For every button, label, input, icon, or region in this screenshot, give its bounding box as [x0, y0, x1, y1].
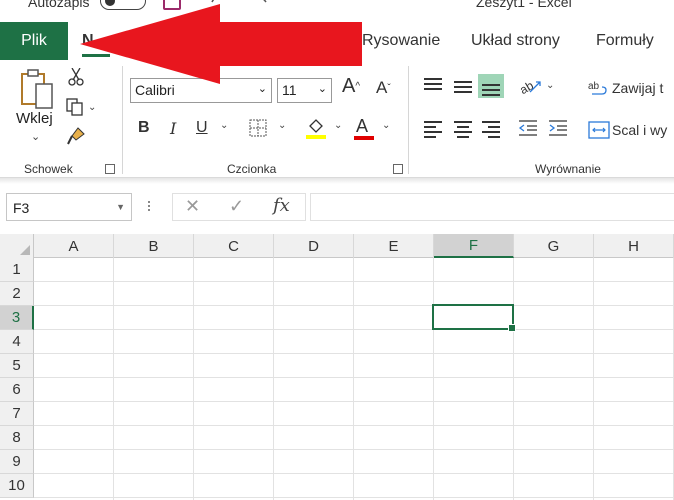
format-painter-icon[interactable] [66, 126, 86, 146]
font-group-label: Czcionka [227, 162, 277, 176]
clipboard-launcher-icon[interactable] [105, 164, 115, 174]
column-header-a[interactable]: A [34, 234, 114, 258]
align-left-button[interactable] [420, 116, 446, 140]
grid-line [193, 258, 194, 500]
grid-line [34, 353, 674, 354]
tab-formulas[interactable]: Formuły [596, 22, 654, 60]
merge-center-label[interactable]: Scal i wy [612, 122, 667, 138]
ribbon-shadow [0, 178, 674, 184]
column-header-c[interactable]: C [194, 234, 274, 258]
grid-line [34, 281, 674, 282]
row-header-1[interactable]: 1 [0, 258, 34, 282]
svg-text:ab: ab [518, 78, 536, 96]
underline-button[interactable]: U [196, 116, 208, 140]
column-header-b[interactable]: B [114, 234, 194, 258]
worksheet-grid[interactable]: A B C D E F G H 1 2 3 4 5 6 7 8 9 10 [0, 234, 674, 500]
borders-icon[interactable] [248, 118, 268, 138]
grid-line [34, 449, 674, 450]
grid-line [34, 473, 674, 474]
orientation-icon[interactable]: ab [518, 76, 542, 96]
font-launcher-icon[interactable] [393, 164, 403, 174]
orientation-dropdown-icon[interactable]: ⌄ [546, 80, 554, 91]
column-header-h[interactable]: H [594, 234, 674, 258]
row-header-7[interactable]: 7 [0, 402, 34, 426]
row-header-5[interactable]: 5 [0, 354, 34, 378]
row-header-9[interactable]: 9 [0, 450, 34, 474]
clipboard-group-label: Schowek [24, 162, 73, 176]
enter-icon[interactable]: ✓ [229, 196, 244, 217]
fill-color-icon[interactable] [304, 116, 328, 140]
align-bottom-button[interactable] [478, 74, 504, 98]
paste-label: Wklej [16, 110, 53, 127]
active-cell-f3[interactable] [432, 304, 516, 332]
column-header-row: A B C D E F G H [0, 234, 674, 258]
select-all-button[interactable] [0, 234, 34, 258]
shrink-font-label: A [376, 78, 388, 97]
borders-dropdown-icon[interactable]: ⌄ [278, 120, 286, 131]
decrease-indent-icon[interactable] [517, 118, 539, 138]
grid-line [34, 401, 674, 402]
tab-file[interactable]: Plik [0, 22, 68, 60]
font-color-swatch [354, 136, 374, 140]
insert-function-button[interactable]: fx [273, 195, 290, 216]
row-header-3[interactable]: 3 [0, 306, 34, 330]
column-header-g[interactable]: G [514, 234, 594, 258]
shrink-font-button[interactable]: Aˇ [376, 76, 391, 100]
align-middle-button[interactable] [450, 74, 476, 98]
red-arrow-icon [80, 4, 362, 84]
increase-indent-icon[interactable] [547, 118, 569, 138]
bold-button[interactable]: B [138, 116, 150, 140]
tab-draw[interactable]: Rysowanie [362, 22, 440, 60]
column-header-f[interactable]: F [434, 234, 514, 258]
copy-dropdown-icon[interactable]: ⌄ [88, 102, 96, 113]
align-center-button[interactable] [450, 116, 476, 140]
formula-bar: F3 ▼ ✕ ✓ fx [0, 190, 674, 224]
row-header-6[interactable]: 6 [0, 378, 34, 402]
chevron-down-icon: ▼ [116, 202, 125, 212]
italic-button[interactable]: I [170, 116, 176, 140]
paste-dropdown-icon[interactable]: ⌄ [31, 130, 40, 143]
cancel-icon[interactable]: ✕ [185, 196, 200, 217]
wrap-text-label[interactable]: Zawijaj t [612, 80, 663, 96]
font-color-dropdown-icon[interactable]: ⌄ [382, 120, 390, 131]
formula-input[interactable] [310, 193, 674, 221]
fill-color-dropdown-icon[interactable]: ⌄ [334, 120, 342, 131]
row-header-8[interactable]: 8 [0, 426, 34, 450]
tab-page-layout[interactable]: Układ strony [471, 22, 560, 60]
grid-line [273, 258, 274, 500]
wrap-text-icon[interactable]: ab [588, 78, 610, 100]
column-header-d[interactable]: D [274, 234, 354, 258]
underline-dropdown-icon[interactable]: ⌄ [220, 120, 228, 131]
grid-line [433, 258, 434, 500]
paste-icon[interactable] [18, 68, 56, 112]
group-separator [408, 66, 409, 174]
align-top-button[interactable] [420, 74, 446, 98]
alignment-group-label: Wyrównanie [535, 162, 601, 176]
column-header-e[interactable]: E [354, 234, 434, 258]
grid-line [113, 258, 114, 500]
name-box[interactable]: F3 ▼ [6, 193, 132, 221]
row-header-2[interactable]: 2 [0, 282, 34, 306]
align-right-button[interactable] [478, 116, 504, 140]
merge-center-icon[interactable] [588, 120, 610, 140]
row-header-4[interactable]: 4 [0, 330, 34, 354]
grid-line [34, 305, 674, 306]
name-box-value: F3 [13, 200, 30, 216]
grid-line [353, 258, 354, 500]
document-title: Zeszyt1 - Excel [476, 0, 572, 10]
row-header-10[interactable]: 10 [0, 474, 34, 498]
formula-buttons: ✕ ✓ fx [172, 193, 306, 221]
font-color-button[interactable]: A [356, 114, 368, 138]
font-color-label: A [356, 115, 369, 136]
formula-bar-splitter-icon[interactable] [148, 199, 152, 215]
copy-icon[interactable] [66, 98, 84, 116]
grid-line [34, 425, 674, 426]
svg-text:ab: ab [588, 81, 600, 92]
grid-line [34, 329, 674, 330]
grid-line [593, 258, 594, 500]
grid-line [34, 497, 674, 498]
grid-line [34, 377, 674, 378]
grid-line [513, 258, 514, 500]
